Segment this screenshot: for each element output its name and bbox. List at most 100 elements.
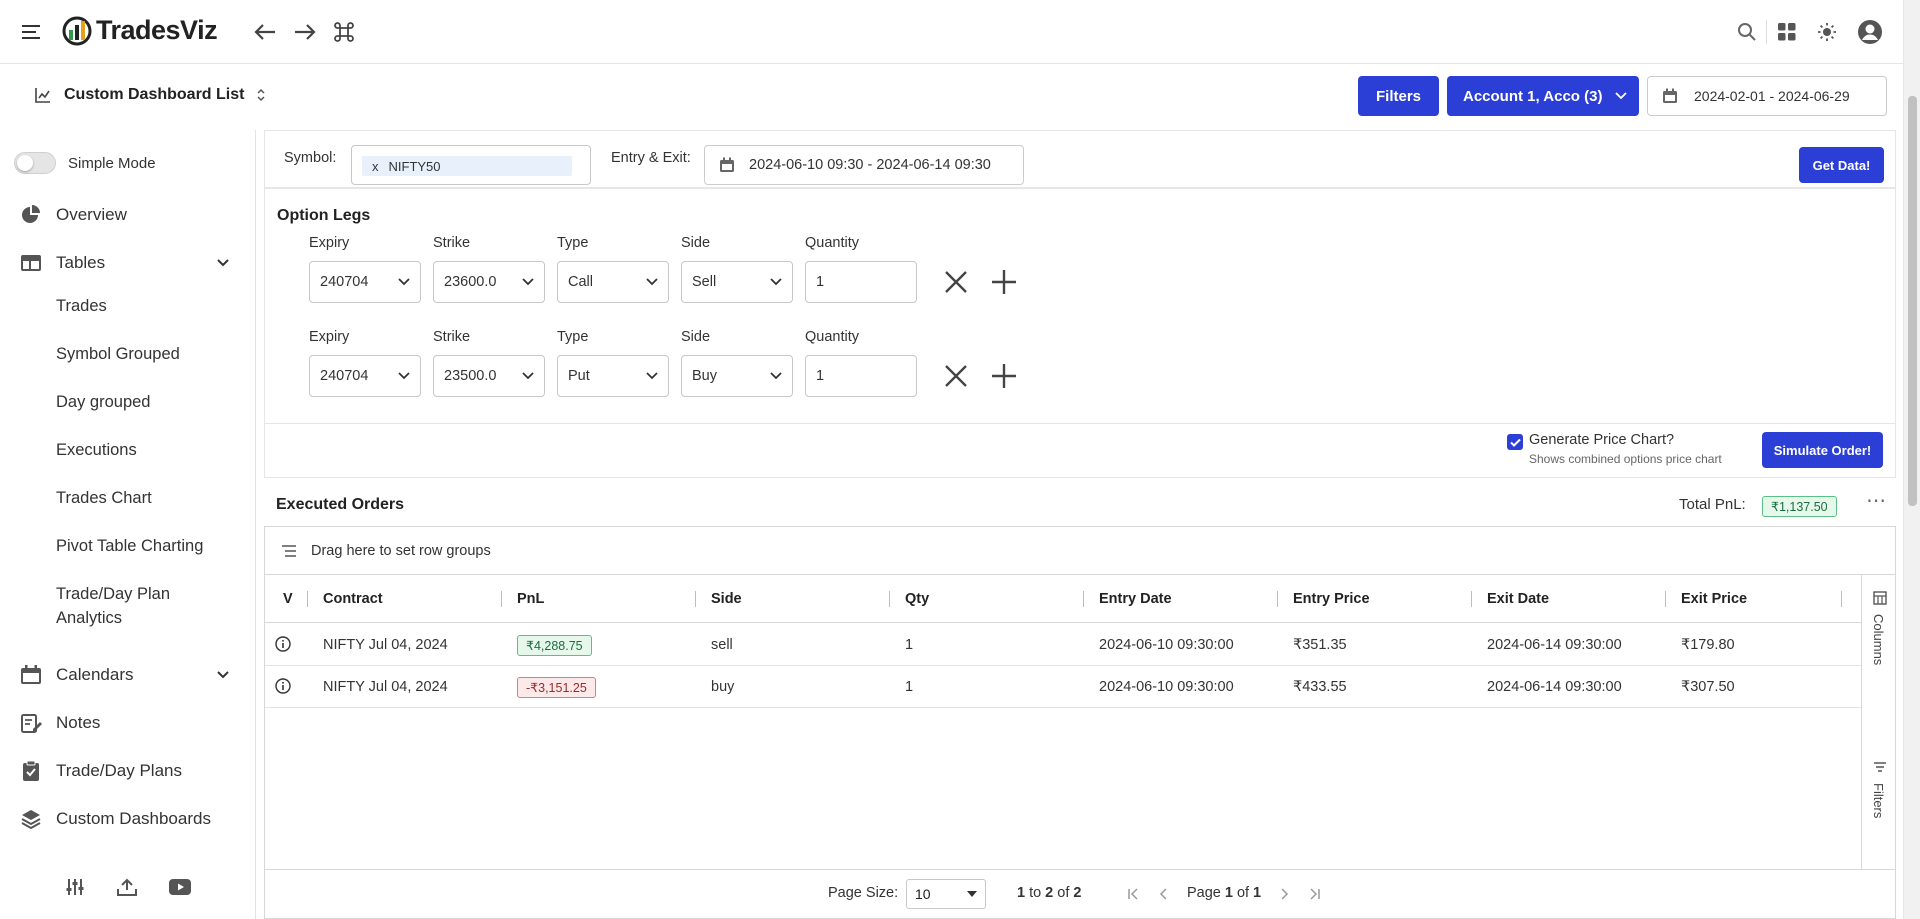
youtube-icon[interactable] [168,876,192,898]
sliders-settings-icon[interactable] [64,876,86,898]
apps-grid-icon[interactable] [1775,20,1799,44]
back-arrow-icon[interactable] [252,20,278,44]
sidebar-item-trades-chart[interactable]: Trades Chart [56,486,152,510]
quantity-input[interactable]: 1 [805,355,917,397]
sidebar-item-calendars[interactable]: Calendars [0,660,256,690]
previous-page-icon[interactable] [1159,888,1169,900]
column-header-exit-date[interactable]: Exit Date [1487,575,1549,623]
column-resize-handle[interactable] [1083,591,1084,607]
entry-exit-picker[interactable]: 2024-06-10 09:30 - 2024-06-14 09:30 [704,145,1024,185]
app-name: TradesViz [96,14,218,45]
side-cell: sell [711,637,733,653]
range-to: 2 [1045,885,1054,901]
type-select[interactable]: Put [557,355,669,397]
column-header-exit-price[interactable]: Exit Price [1681,575,1747,623]
column-header-side[interactable]: Side [711,575,742,623]
remove-leg-icon[interactable] [943,269,969,295]
quantity-input[interactable]: 1 [805,261,917,303]
executed-orders-grid: Drag here to set row groups V Contract PnL… [264,526,1896,919]
pnl-badge: -₹3,151.25 [517,676,596,698]
strike-select[interactable]: 23500.0 [433,355,545,397]
column-resize-handle[interactable] [1665,591,1666,607]
column-header-entry-price[interactable]: Entry Price [1293,575,1370,623]
date-range-picker[interactable]: 2024-02-01 - 2024-06-29 [1647,76,1887,116]
column-resize-handle[interactable] [1277,591,1278,607]
of-word: of [1057,885,1070,901]
column-resize-handle[interactable] [889,591,890,607]
chevron-down-icon [217,671,229,679]
filters-button[interactable]: Filters [1358,76,1439,116]
strike-select[interactable]: 23600.0 [433,261,545,303]
column-header-entry-date[interactable]: Entry Date [1099,575,1172,623]
hamburger-menu-icon[interactable] [20,20,44,44]
column-header-qty[interactable]: Qty [905,575,929,623]
expiry-select[interactable]: 240704 [309,261,421,303]
column-header-v[interactable]: V [283,575,293,623]
row-summary: 1 to 2 of 2 [1017,885,1081,901]
sidebar-item-trades[interactable]: Trades [56,294,107,318]
query-panel: Symbol: x NIFTY50 Entry & Exit: 2024-06-… [264,130,1896,188]
scrollbar-thumb[interactable] [1908,96,1917,506]
remove-leg-icon[interactable] [943,363,969,389]
first-page-icon[interactable] [1127,888,1139,900]
account-selector-button[interactable]: Account 1, Acco (3) [1447,76,1639,116]
command-palette-icon[interactable] [332,20,356,44]
sidebar-item-executions[interactable]: Executions [56,438,137,462]
sidebar-item-day-grouped[interactable]: Day grouped [56,390,150,414]
sidebar-item-overview[interactable]: Overview [0,200,256,230]
type-select[interactable]: Call [557,261,669,303]
column-resize-handle[interactable] [307,591,308,607]
toggle-switch[interactable] [14,152,56,174]
app-logo[interactable]: TradesViz [62,14,218,46]
add-leg-icon[interactable] [991,269,1017,295]
sidebar-item-tables[interactable]: Tables [0,248,256,278]
last-page-icon[interactable] [1309,888,1321,900]
side-select[interactable]: Buy [681,355,793,397]
column-resize-handle[interactable] [501,591,502,607]
user-avatar-icon[interactable] [1856,18,1884,46]
sidebar-item-custom-dashboards[interactable]: Custom Dashboards [0,804,256,834]
simulate-order-button[interactable]: Simulate Order! [1762,432,1883,468]
sidebar-item-symbol-grouped[interactable]: Symbol Grouped [56,342,180,366]
side-label: Side [681,235,711,251]
symbol-multiselect[interactable]: x NIFTY50 [351,145,591,185]
column-header-contract[interactable]: Contract [323,575,383,623]
page-scrollbar[interactable] [1903,0,1920,919]
column-resize-handle[interactable] [695,591,696,607]
page-of-word: of [1236,885,1250,901]
more-options-icon[interactable]: ⋯ [1866,488,1887,513]
expiry-select[interactable]: 240704 [309,355,421,397]
generate-price-chart-checkbox[interactable] [1507,434,1523,450]
sidebar-item-notes[interactable]: Notes [0,708,256,738]
side-select[interactable]: Sell [681,261,793,303]
info-icon[interactable] [275,636,291,652]
get-data-button[interactable]: Get Data! [1799,147,1884,183]
upload-icon[interactable] [116,876,138,898]
total-pnl-label: Total PnL: [1679,496,1746,513]
quantity-label: Quantity [805,235,859,251]
filters-tool-tab[interactable]: Filters [1869,761,1891,841]
add-leg-icon[interactable] [991,363,1017,389]
table-row[interactable]: NIFTY Jul 04, 2024 -₹3,151.25 buy 1 2024-06-… [265,666,1861,708]
chevron-down-icon [398,278,410,286]
columns-tool-tab[interactable]: Columns [1869,591,1891,671]
page-size-select[interactable]: 10 [906,879,986,909]
sidebar-item-plan-analytics[interactable]: Trade/Day Plan Analytics [56,582,170,630]
info-icon[interactable] [275,678,291,694]
column-header-pnl[interactable]: PnL [517,575,544,623]
sidebar-item-label: Tables [56,253,106,272]
simple-mode-toggle[interactable]: Simple Mode [0,152,256,174]
symbol-remove-button[interactable]: x [372,159,379,174]
sidebar-item-pivot-table-charting[interactable]: Pivot Table Charting [56,534,203,558]
table-row[interactable]: NIFTY Jul 04, 2024 ₹4,288.75 sell 1 2024-06-… [265,624,1861,666]
theme-toggle-sun-icon[interactable] [1815,20,1839,44]
column-resize-handle[interactable] [1841,591,1842,607]
next-page-icon[interactable] [1279,888,1289,900]
row-group-panel[interactable]: Drag here to set row groups [265,527,1895,575]
forward-arrow-icon[interactable] [292,20,318,44]
column-resize-handle[interactable] [1471,591,1472,607]
search-icon[interactable] [1735,20,1759,44]
dashboard-selector[interactable]: Custom Dashboard List [34,86,266,104]
contract-cell: NIFTY Jul 04, 2024 [323,637,448,653]
sidebar-item-trade-day-plans[interactable]: Trade/Day Plans [0,756,256,786]
